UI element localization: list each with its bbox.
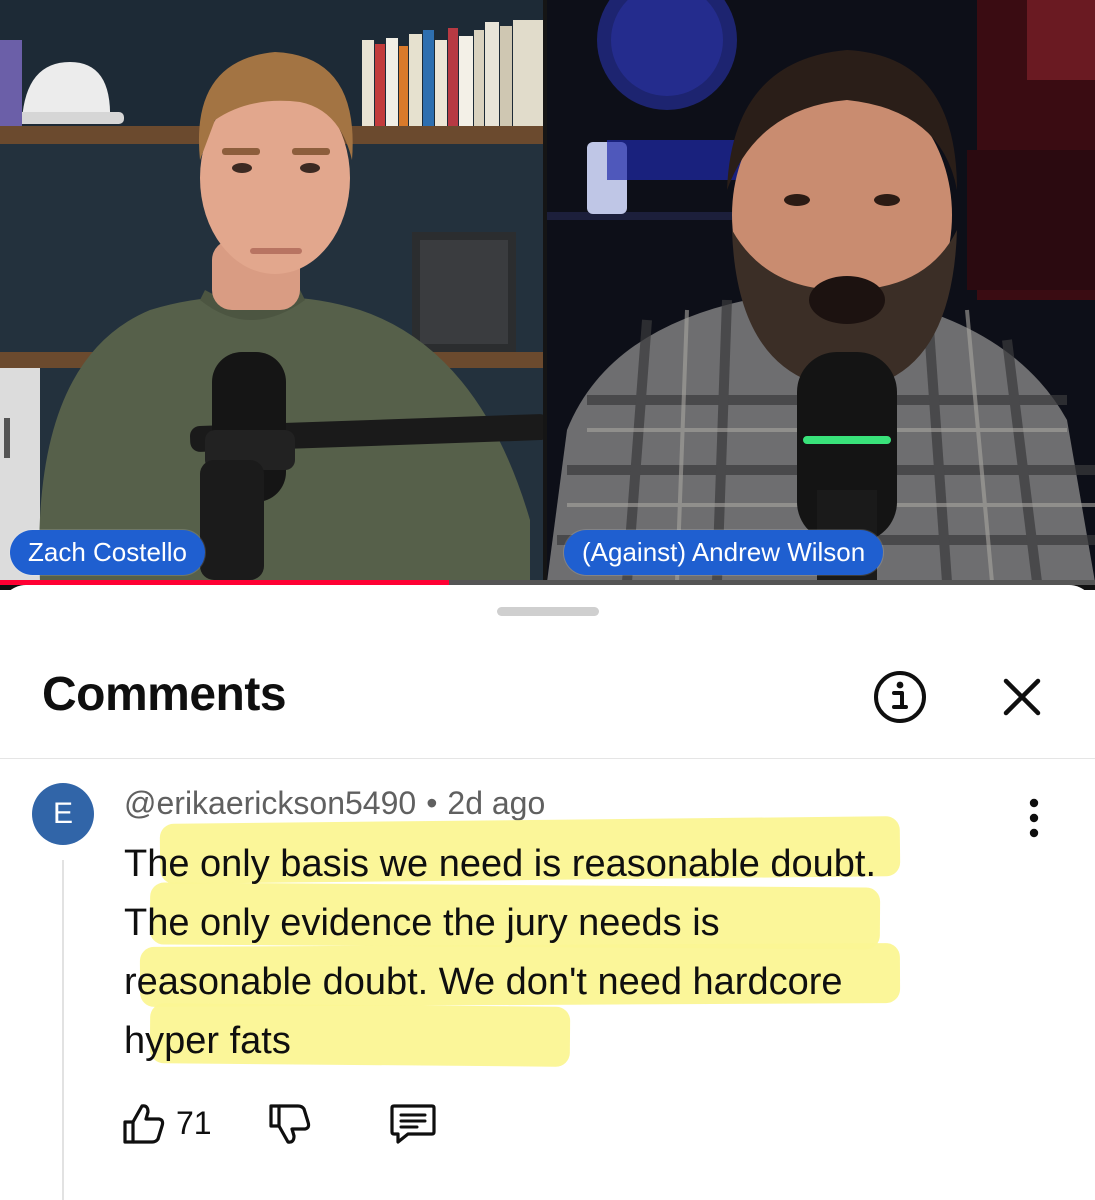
comment-text: The only basis we need is reasonable dou…: [124, 835, 1024, 1071]
info-button[interactable]: [872, 669, 928, 725]
comment-line: reasonable doubt. We don't need hardcore: [124, 961, 843, 1003]
dislike-button[interactable]: [266, 1100, 314, 1152]
comment-meta: @erikaerickson5490 • 2d ago: [124, 785, 545, 822]
left-video-panel: [0, 0, 543, 582]
reply-button[interactable]: [388, 1100, 438, 1152]
comments-title: Comments: [42, 668, 287, 721]
close-icon: [1003, 678, 1041, 716]
meta-separator: •: [426, 785, 438, 821]
comment-line: hyper fats: [124, 1020, 291, 1062]
left-speaker-name-tag: Zach Costello: [10, 530, 205, 575]
like-count: 71: [176, 1105, 212, 1141]
avatar[interactable]: E: [32, 783, 94, 845]
left-speaker-scene: [0, 0, 543, 582]
comment-author[interactable]: @erikaerickson5490: [124, 785, 416, 821]
reply-icon: [390, 1104, 436, 1144]
drag-handle[interactable]: [497, 607, 599, 616]
comment-line: The only evidence the jury needs is: [124, 902, 720, 944]
comment-time: 2d ago: [447, 785, 546, 821]
video-player[interactable]: Zach Costello (Against) Andrew Wilson: [0, 0, 1095, 590]
info-icon: [874, 671, 926, 723]
thumbs-up-icon: [123, 1104, 165, 1144]
comment-line: The only basis we need is reasonable dou…: [124, 843, 877, 885]
right-speaker-scene: [547, 0, 1095, 582]
like-button[interactable]: [120, 1100, 168, 1152]
close-button[interactable]: [996, 671, 1048, 723]
right-video-panel: [547, 0, 1095, 582]
comments-sheet: Comments E @erikaerickson5490 • 2d ago The…: [0, 585, 1095, 1200]
header-divider: [0, 758, 1095, 759]
thread-line: [62, 860, 64, 1200]
thumbs-down-icon: [269, 1104, 311, 1144]
right-speaker-name-tag: (Against) Andrew Wilson: [564, 530, 884, 575]
